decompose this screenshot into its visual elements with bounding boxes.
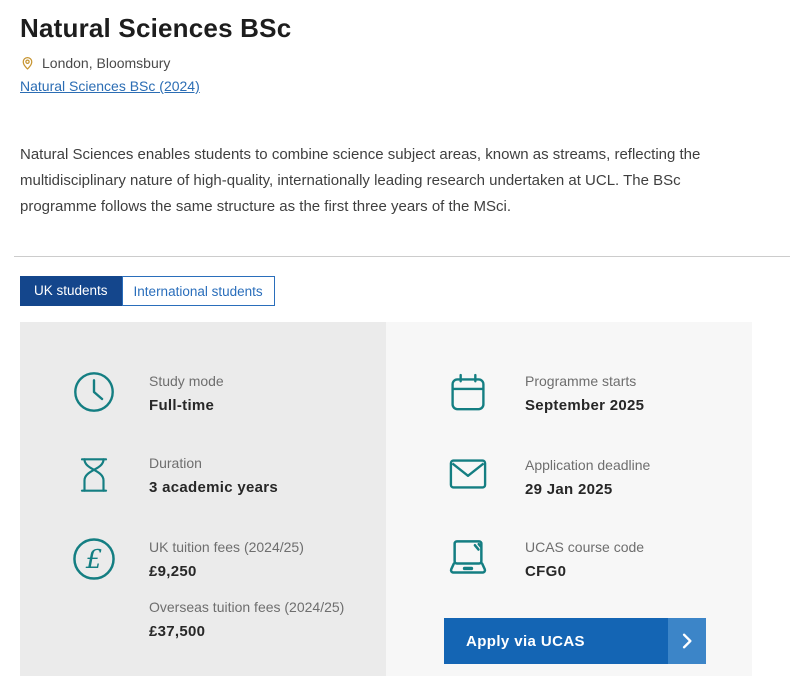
uk-fees-value: £9,250 (149, 563, 344, 580)
clock-icon (70, 370, 118, 414)
ucas-code-value: CFG0 (525, 563, 644, 580)
overseas-fees-value: £37,500 (149, 623, 344, 640)
course-description: Natural Sciences enables students to com… (20, 142, 758, 220)
application-deadline-row: Application deadline 29 Jan 2025 (444, 454, 752, 498)
programme-starts-label: Programme starts (525, 373, 644, 389)
uk-fees-label: UK tuition fees (2024/25) (149, 539, 344, 555)
key-info-left-column: Study mode Full-time Duration 3 academic… (20, 322, 386, 676)
map-pin-icon (20, 55, 35, 71)
duration-label: Duration (149, 455, 278, 471)
application-deadline-label: Application deadline (525, 457, 650, 473)
course-link-row: Natural Sciences BSc (2024) (20, 78, 804, 96)
duration-value: 3 academic years (149, 479, 278, 496)
key-information-panel: Study mode Full-time Duration 3 academic… (20, 322, 752, 676)
tab-uk-students[interactable]: UK students (20, 276, 122, 306)
calendar-icon (444, 370, 492, 416)
uk-fees-group: UK tuition fees (2024/25) £9,250 (149, 539, 344, 580)
apply-via-ucas-button[interactable]: Apply via UCAS (444, 618, 706, 664)
student-type-tabs: UK students International students (20, 276, 804, 306)
study-mode-row: Study mode Full-time (70, 370, 386, 414)
application-deadline-value: 29 Jan 2025 (525, 481, 650, 498)
hourglass-icon (70, 452, 118, 498)
svg-text:£: £ (85, 545, 102, 575)
duration-row: Duration 3 academic years (70, 452, 386, 498)
course-page: Natural Sciences BSc London, Bloomsbury … (0, 13, 804, 689)
tuition-fees-row: £ UK tuition fees (2024/25) £9,250 Overs… (70, 536, 386, 640)
study-mode-value: Full-time (149, 397, 224, 414)
tab-international-students[interactable]: International students (122, 276, 275, 306)
laptop-icon (444, 536, 492, 580)
location-text: London, Bloomsbury (42, 55, 170, 71)
ucas-code-row: UCAS course code CFG0 (444, 536, 752, 580)
page-title: Natural Sciences BSc (20, 13, 804, 44)
apply-button-label: Apply via UCAS (444, 618, 668, 664)
overseas-fees-group: Overseas tuition fees (2024/25) £37,500 (149, 599, 344, 640)
programme-starts-row: Programme starts September 2025 (444, 370, 752, 416)
location-row: London, Bloomsbury (20, 55, 804, 71)
chevron-right-icon (668, 618, 706, 664)
key-info-right-column: Programme starts September 2025 Applicat… (386, 322, 752, 676)
study-mode-label: Study mode (149, 373, 224, 389)
envelope-icon (444, 454, 492, 498)
course-year-link[interactable]: Natural Sciences BSc (2024) (20, 78, 200, 94)
overseas-fees-label: Overseas tuition fees (2024/25) (149, 599, 344, 615)
section-divider (14, 256, 790, 257)
ucas-code-label: UCAS course code (525, 539, 644, 555)
programme-starts-value: September 2025 (525, 397, 644, 414)
pound-icon: £ (70, 536, 118, 640)
